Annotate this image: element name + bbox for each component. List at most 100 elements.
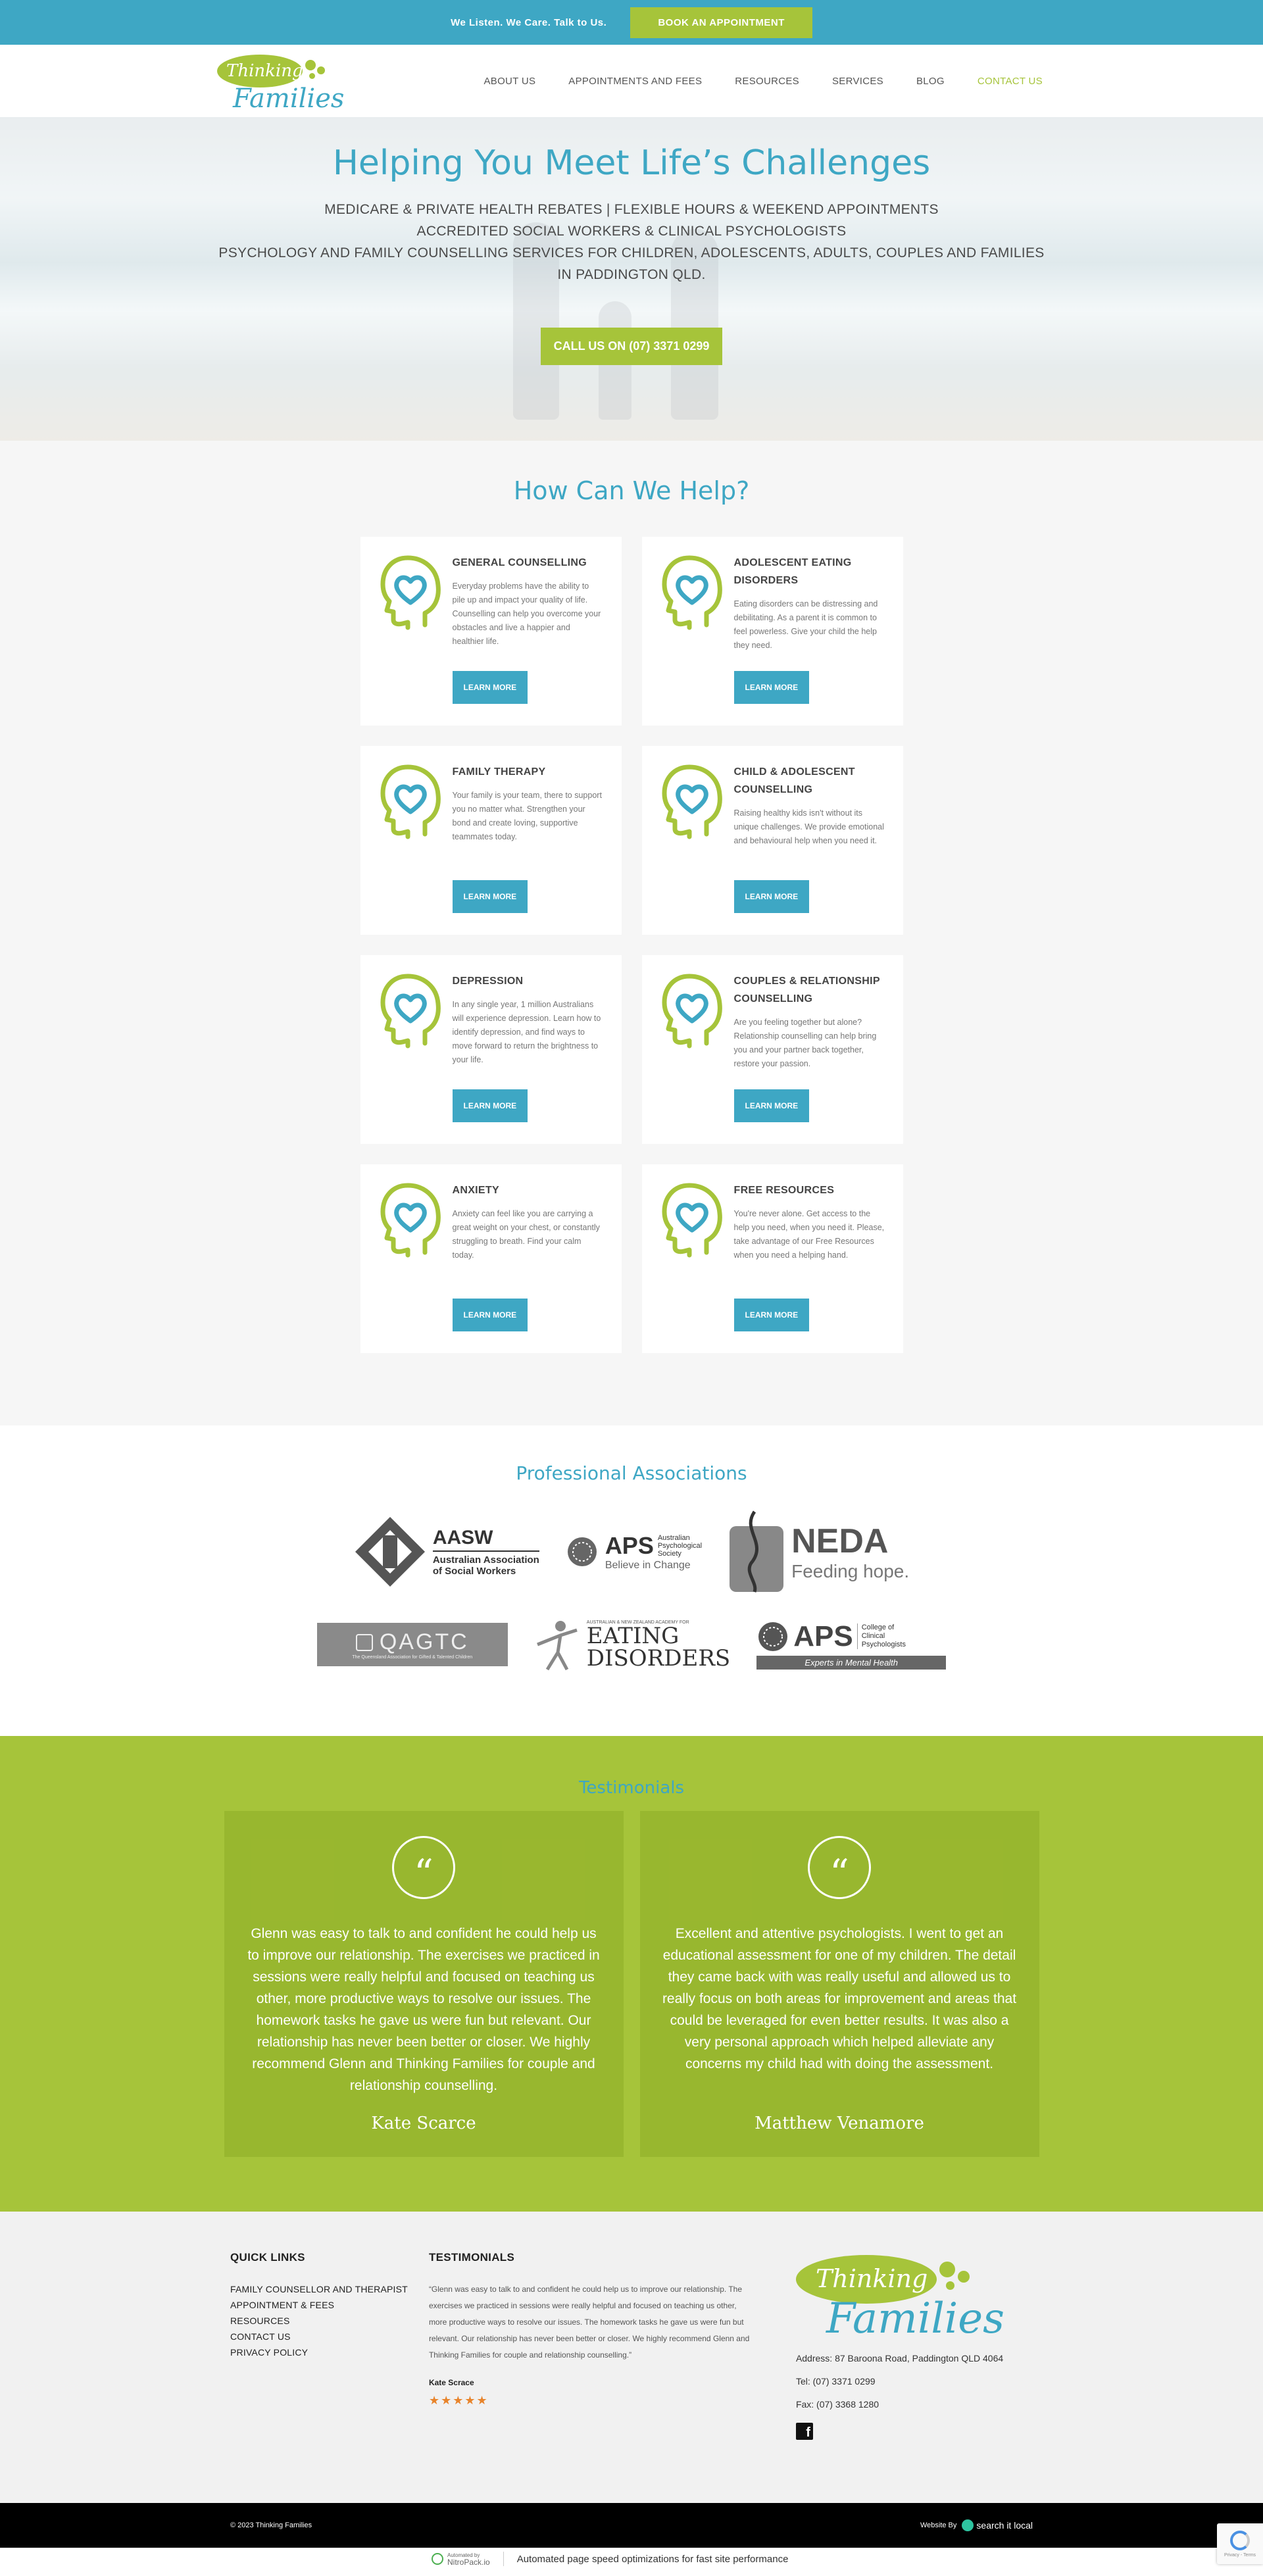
service-card-title: FAMILY THERAPY	[452, 766, 546, 778]
learn-more-button[interactable]: LEARN MORE	[733, 880, 810, 913]
nitropack-badge[interactable]: Automated by NitroPack.io	[432, 2552, 504, 2566]
footer-fax: Fax: (07) 3368 1280	[795, 2399, 879, 2410]
testimonials-title: Testimonials	[578, 1778, 685, 1798]
services-grid: GENERAL COUNSELLING Everyday problems hav…	[360, 537, 903, 1353]
learn-more-button[interactable]: LEARN MORE	[733, 1089, 810, 1122]
aps-mark-icon	[567, 1537, 597, 1566]
logo-text-top: Thinking	[226, 61, 303, 81]
service-card-text: Raising healthy kids isn't without its u…	[733, 808, 884, 845]
hero-line-1: MEDICARE & PRIVATE HEALTH REBATES | FLEX…	[324, 202, 939, 217]
top-bar: We Listen. We Care. Talk to Us. BOOK AN …	[0, 0, 1263, 45]
testimonial-author: Matthew Venamore	[755, 2114, 924, 2133]
learn-more-button[interactable]: LEARN MORE	[452, 671, 528, 704]
service-card-text: Your family is your team, there to suppo…	[452, 791, 602, 841]
recaptcha-badge[interactable]: Privacy - Terms	[1217, 2523, 1263, 2564]
logo-dot	[317, 66, 325, 74]
footer-link-resources[interactable]: RESOURCES	[230, 2313, 408, 2329]
head-heart-icon	[662, 974, 722, 1049]
testimonial-card: “ Excellent and attentive psychologists.…	[639, 1811, 1039, 2157]
testimonial-quote: Glenn was easy to talk to and confident …	[247, 1926, 600, 2093]
aps-college-mark-icon	[758, 1622, 788, 1651]
head-heart-icon	[380, 974, 441, 1049]
site-header: Thinking Families ABOUT US APPOINTMENTS …	[0, 45, 1263, 117]
rating-stars: ★★★★★	[428, 2394, 489, 2407]
aps-college-logo: APS College of Clinical Psychologists Ex…	[756, 1620, 947, 1670]
service-card-text: In any single year, 1 million Australian…	[452, 1000, 601, 1064]
learn-more-button[interactable]: LEARN MORE	[452, 880, 528, 913]
call-us-button[interactable]: CALL US ON (07) 3371 0299	[540, 328, 723, 365]
footer-link-contact[interactable]: CONTACT US	[230, 2329, 408, 2344]
service-card: COUPLES & RELATIONSHIP COUNSELLING Are yo…	[641, 955, 903, 1144]
hero-title: Helping You Meet Life’s Challenges	[332, 143, 931, 183]
learn-more-button[interactable]: LEARN MORE	[452, 1299, 528, 1331]
service-card-text: Everyday problems have the ability to pi…	[452, 582, 601, 646]
aasw-logo: AASW Australian Association of Social Wo…	[354, 1516, 539, 1588]
footer-link-appointments[interactable]: APPOINTMENT & FEES	[230, 2297, 408, 2313]
facebook-icon[interactable]: f	[795, 2423, 813, 2440]
footer-link-privacy[interactable]: PRIVACY POLICY	[230, 2344, 408, 2360]
service-card-text: Are you feeling together but alone? Rela…	[733, 1018, 877, 1068]
nav-about[interactable]: ABOUT US	[483, 76, 535, 87]
head-heart-icon	[380, 555, 441, 630]
website-by-label: Website By	[920, 2521, 957, 2529]
recaptcha-text: Privacy - Terms	[1224, 2552, 1256, 2558]
nav-services[interactable]: SERVICES	[832, 76, 883, 87]
copyright: © 2023 Thinking Families	[230, 2521, 312, 2529]
service-card: ANXIETY Anxiety can feel like you are car…	[360, 1164, 622, 1353]
nav-contact[interactable]: CONTACT US	[978, 76, 1043, 87]
head-heart-icon	[662, 764, 722, 839]
head-heart-icon	[662, 555, 722, 630]
service-card: DEPRESSION In any single year, 1 million …	[360, 955, 622, 1144]
footer-link-counsellor[interactable]: FAMILY COUNSELLOR AND THERAPIST	[230, 2281, 408, 2297]
service-card-title: CHILD & ADOLESCENT COUNSELLING	[733, 766, 855, 795]
logo-dot	[305, 60, 316, 70]
head-heart-icon	[662, 1183, 722, 1258]
service-card: GENERAL COUNSELLING Everyday problems hav…	[360, 537, 622, 726]
service-card-title: GENERAL COUNSELLING	[452, 557, 587, 568]
testimonial-author: Kate Scarce	[371, 2114, 476, 2133]
aps-logo: APS Australian Psychological Society Bel…	[566, 1532, 702, 1572]
agency-name: search it local	[976, 2520, 1033, 2531]
associations-row-1: AASW Australian Association of Social Wo…	[0, 1510, 1263, 1593]
recaptcha-icon	[1230, 2530, 1250, 2550]
logo-text-bottom: Families	[233, 84, 345, 114]
nitropack-text: Automated page speed optimizations for f…	[516, 2553, 789, 2565]
associations-row-2: QAGTC The Queensland Association for Gif…	[0, 1618, 1263, 1671]
nav-resources[interactable]: RESOURCES	[735, 76, 799, 87]
footer-contact: Thinking Families Address: 87 Baroona Ro…	[795, 2251, 1006, 2503]
site-footer: QUICK LINKS FAMILY COUNSELLOR AND THERAP…	[0, 2212, 1263, 2503]
learn-more-button[interactable]: LEARN MORE	[452, 1089, 528, 1122]
quote-icon: “	[808, 1836, 871, 1899]
testimonial-card: “ Glenn was easy to talk to and confiden…	[224, 1811, 624, 2157]
footer-logo[interactable]: Thinking Families	[795, 2251, 1004, 2343]
eating-disorders-figure-icon	[536, 1621, 578, 1671]
associations-title: Professional Associations	[516, 1462, 747, 1484]
nav-appointments[interactable]: APPOINTMENTS AND FEES	[568, 76, 702, 87]
qagtc-mark-icon	[355, 1633, 373, 1651]
neda-mark-icon	[730, 1510, 784, 1593]
nav-blog[interactable]: BLOG	[916, 76, 945, 87]
agency-logo[interactable]: search it local	[962, 2519, 1033, 2531]
footer-tel[interactable]: Tel: (07) 3371 0299	[796, 2374, 1006, 2389]
bottom-bar: © 2023 Thinking Families Website By sear…	[0, 2503, 1263, 2548]
service-card: ADOLESCENT EATING DISORDERS Eating disord…	[641, 537, 903, 726]
nitropack-banner: Automated by NitroPack.io Automated page…	[0, 2548, 1263, 2570]
service-card-text: Anxiety can feel like you are carrying a…	[452, 1209, 600, 1260]
service-card-title: COUPLES & RELATIONSHIP COUNSELLING	[733, 976, 880, 1004]
footer-address: Address: 87 Baroona Road, Paddington QLD…	[795, 2353, 1004, 2364]
book-appointment-button[interactable]: BOOK AN APPOINTMENT	[630, 7, 812, 38]
quote-icon: “	[392, 1836, 455, 1899]
service-card-title: ADOLESCENT EATING DISORDERS	[733, 557, 852, 586]
hero-line-3: PSYCHOLOGY AND FAMILY COUNSELLING SERVIC…	[218, 245, 1045, 282]
logo-dot	[309, 73, 315, 79]
hero-line-2: ACCREDITED SOCIAL WORKERS & CLINICAL PSY…	[416, 224, 847, 239]
testimonials-section: Testimonials “ Glenn was easy to talk to…	[0, 1736, 1263, 2212]
learn-more-button[interactable]: LEARN MORE	[733, 1299, 810, 1331]
site-logo[interactable]: Thinking Families	[217, 49, 345, 114]
service-card-text: You're never alone. Get access to the he…	[733, 1209, 885, 1260]
service-card: CHILD & ADOLESCENT COUNSELLING Raising he…	[641, 746, 903, 935]
services-section: How Can We Help? GENERAL COUNSELLING Ever…	[0, 441, 1263, 1425]
service-card-title: FREE RESOURCES	[733, 1185, 835, 1196]
learn-more-button[interactable]: LEARN MORE	[733, 671, 810, 704]
quick-links: QUICK LINKS FAMILY COUNSELLOR AND THERAP…	[230, 2251, 408, 2503]
